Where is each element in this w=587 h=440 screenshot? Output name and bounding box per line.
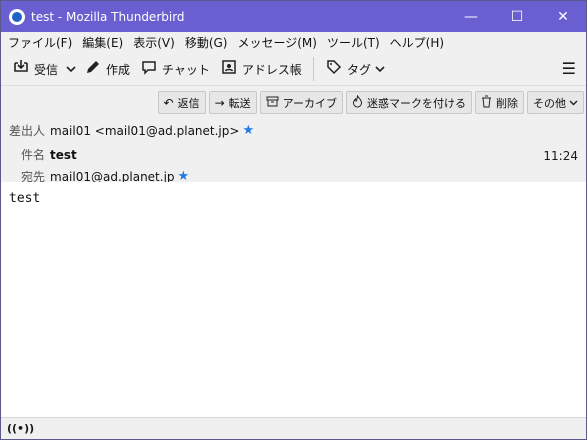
thunderbird-window: test - Mozilla Thunderbird — ☐ ✕ ファイル(F)… [0,0,587,440]
status-bar: ((•)) [1,417,586,439]
trash-icon [481,95,492,111]
chevron-down-icon [66,62,76,76]
from-row: 差出人 mail01 <mail01@ad.planet.jp> ★ [1,122,254,139]
menu-tools[interactable]: ツール(T) [322,34,385,51]
chat-button[interactable]: チャット [135,56,215,82]
subject-value: test [50,147,77,162]
receive-label: 受信 [34,62,59,77]
minimize-button[interactable]: — [448,1,494,32]
delete-button[interactable]: 削除 [475,91,524,114]
address-book-icon [220,59,238,79]
junk-button[interactable]: 迷惑マークを付ける [346,91,472,114]
message-body-text: test [9,191,41,206]
message-body[interactable]: test [1,182,586,418]
message-time: 11:24 [543,149,578,163]
compose-button[interactable]: 作成 [79,56,135,82]
menu-edit[interactable]: 編集(E) [77,34,128,51]
toolbar-separator [312,57,314,81]
reply-button[interactable]: ↶ 返信 [157,91,206,114]
chat-bubble-icon [140,59,158,79]
chat-label: チャット [162,62,210,77]
archive-label: アーカイブ [282,96,337,110]
forward-icon: → [214,95,225,110]
address-book-label: アドレス帳 [241,62,302,77]
more-label: その他 [533,96,566,110]
online-antenna-icon[interactable]: ((•)) [7,422,34,435]
maximize-button[interactable]: ☐ [494,1,540,32]
menu-bar: ファイル(F) 編集(E) 表示(V) 移動(G) メッセージ(M) ツール(T… [1,32,586,53]
message-header: ↶ 返信 → 転送 アーカイブ 迷惑マークを付ける 削除 その他 差出人 mai… [1,86,586,195]
archive-icon [266,96,279,110]
more-button[interactable]: その他 [527,91,584,114]
tag-label: タグ [346,62,371,77]
receive-dropdown-button[interactable] [63,56,79,82]
main-toolbar: 受信 作成 チャット アドレス帳 タグ ☰ [1,53,586,86]
reply-icon: ↶ [163,95,174,110]
archive-button[interactable]: アーカイブ [259,91,343,114]
junk-flame-icon [352,93,363,111]
menu-view[interactable]: 表示(V) [128,34,180,51]
tag-icon [325,59,343,79]
subject-row: 件名 test [1,146,77,163]
menu-help[interactable]: ヘルプ(H) [385,34,449,51]
inbox-download-icon [12,59,30,79]
reply-label: 返信 [177,96,200,110]
receive-button[interactable]: 受信 [7,56,63,82]
menu-go[interactable]: 移動(G) [180,34,233,51]
app-menu-button[interactable]: ☰ [562,59,576,78]
tag-button[interactable]: タグ [320,56,390,82]
title-bar: test - Mozilla Thunderbird — ☐ ✕ [1,1,586,32]
thunderbird-logo-icon [9,8,25,25]
forward-button[interactable]: → 転送 [208,91,257,114]
from-value[interactable]: mail01 <mail01@ad.planet.jp> [50,124,239,138]
address-book-button[interactable]: アドレス帳 [215,56,307,82]
menu-file[interactable]: ファイル(F) [3,34,77,51]
chevron-down-icon [375,62,385,76]
message-actions: ↶ 返信 → 転送 アーカイブ 迷惑マークを付ける 削除 その他 [157,91,584,114]
delete-label: 削除 [496,96,518,110]
forward-label: 転送 [228,96,251,110]
junk-label: 迷惑マークを付ける [367,96,466,110]
compose-label: 作成 [106,62,131,77]
menu-message[interactable]: メッセージ(M) [232,34,321,51]
from-label: 差出人 [8,124,45,138]
chevron-down-icon [569,96,578,109]
star-icon[interactable]: ★ [242,123,254,138]
pencil-icon [84,59,102,79]
subject-label: 件名 [20,148,45,162]
window-title: test - Mozilla Thunderbird [31,9,185,24]
close-button[interactable]: ✕ [540,1,586,32]
